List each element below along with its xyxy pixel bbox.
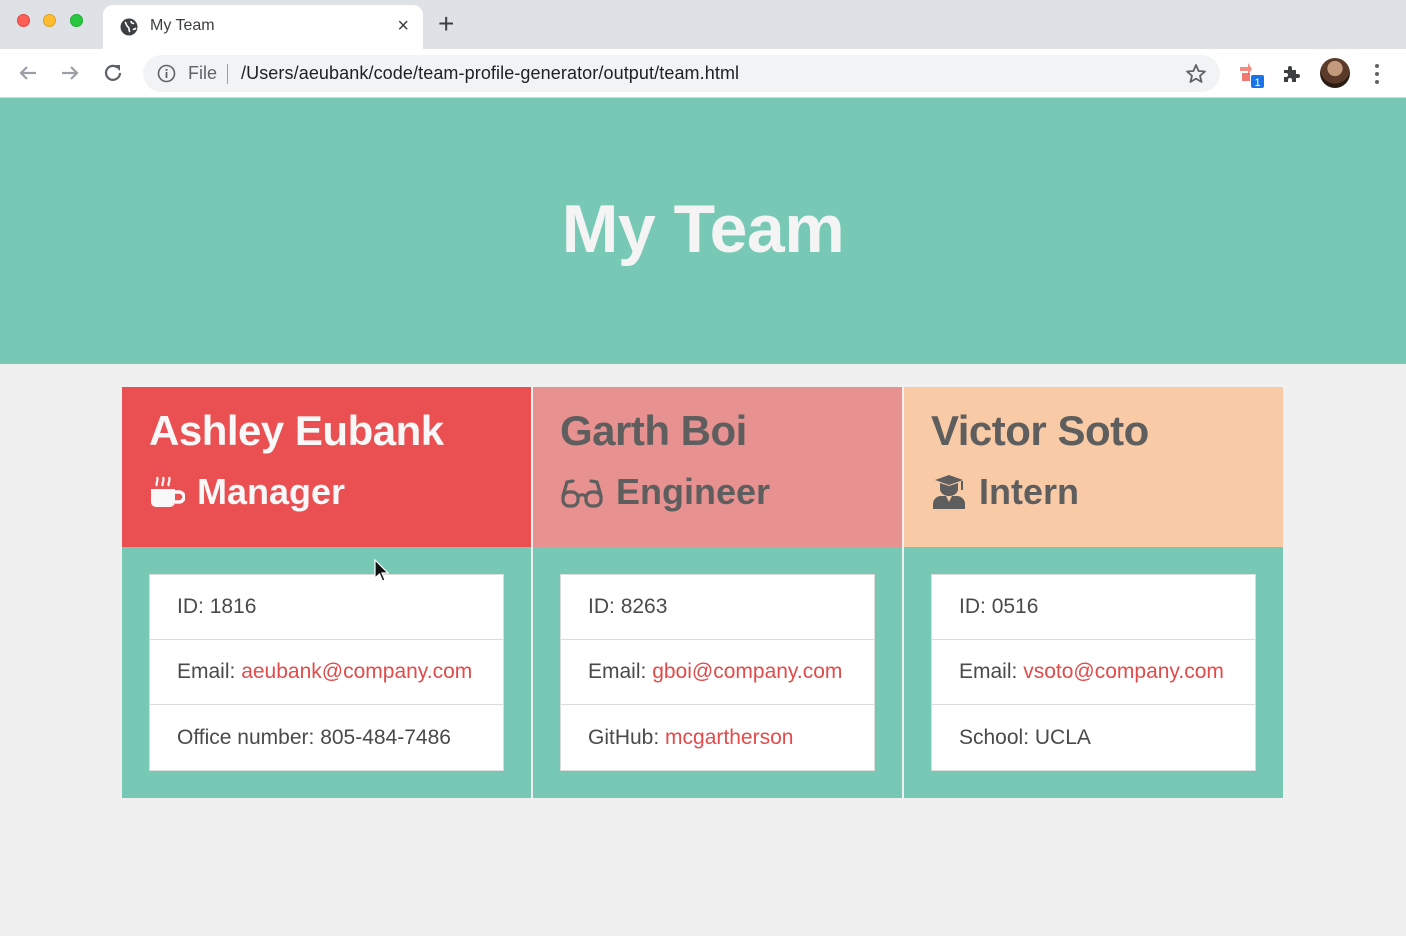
card-header: Garth Boi Engineer (533, 387, 902, 547)
extension-badge-count: 1 (1254, 77, 1260, 89)
employee-card-manager: Ashley Eubank Manager ID: 1816 Email: ae… (122, 387, 531, 798)
details-list: ID: 8263 Email: gboi@company.com GitHub:… (560, 574, 875, 771)
list-item-id: ID: 1816 (150, 575, 503, 640)
web-page: My Team Ashley Eubank Manager ID: 1816 E… (0, 98, 1406, 936)
omnibox-divider (227, 64, 228, 84)
employee-name: Garth Boi (560, 407, 747, 454)
id-label: ID: (588, 595, 615, 618)
github-link[interactable]: mcgartherson (665, 726, 793, 750)
list-item-id: ID: 8263 (561, 575, 874, 640)
id-value: 0516 (991, 595, 1039, 618)
email-label: Email: (959, 660, 1018, 683)
details-list: ID: 0516 Email: vsoto@company.com School… (931, 574, 1256, 771)
list-item-id: ID: 0516 (932, 575, 1255, 640)
employee-role: Engineer (560, 471, 770, 513)
mouse-pointer-icon (374, 559, 390, 582)
school-value: UCLA (1034, 725, 1091, 749)
new-tab-button[interactable]: + (438, 10, 454, 38)
profile-avatar[interactable] (1320, 58, 1350, 88)
email-link[interactable]: vsoto@company.com (1023, 660, 1224, 684)
email-link[interactable]: gboi@company.com (652, 660, 842, 684)
github-label: GitHub: (588, 725, 660, 749)
url-text[interactable]: /Users/aeubank/code/team-profile-generat… (241, 63, 739, 84)
minimize-window-button[interactable] (43, 14, 56, 27)
employee-card-engineer: Garth Boi Engineer ID: 8263 Email: gboi@… (533, 387, 902, 798)
back-arrow-icon[interactable] (14, 59, 42, 87)
scheme-label: File (188, 63, 218, 83)
id-label: ID: (177, 595, 204, 618)
info-icon[interactable] (157, 64, 176, 83)
id-value: 8263 (620, 595, 668, 618)
employee-name: Victor Soto (931, 407, 1149, 454)
list-item-office: Office number: 805-484-7486 (150, 705, 503, 770)
id-value: 1816 (209, 595, 257, 618)
address-bar[interactable]: File /Users/aeubank/code/team-profile-ge… (143, 55, 1220, 92)
hero-banner: My Team (0, 98, 1406, 364)
list-item-github: GitHub: mcgartherson (561, 705, 874, 770)
list-item-email: Email: vsoto@company.com (932, 640, 1255, 705)
card-header: Ashley Eubank Manager (122, 387, 531, 547)
school-label: School: (959, 725, 1030, 749)
details-list: ID: 1816 Email: aeubank@company.com Offi… (149, 574, 504, 771)
forward-arrow-icon[interactable] (56, 59, 84, 87)
office-label: Office number: (177, 725, 315, 749)
browser-tab[interactable]: My Team × (103, 5, 423, 49)
list-item-email: Email: aeubank@company.com (150, 640, 503, 705)
email-label: Email: (588, 660, 647, 683)
employee-name: Ashley Eubank (149, 407, 444, 454)
role-label: Intern (979, 471, 1080, 512)
reload-icon[interactable] (99, 59, 127, 87)
browser-toolbar: File /Users/aeubank/code/team-profile-ge… (0, 49, 1406, 98)
glasses-icon (561, 479, 603, 508)
role-label: Manager (197, 471, 346, 512)
office-value: 805-484-7486 (320, 725, 451, 749)
id-label: ID: (959, 595, 986, 618)
globe-icon (120, 18, 138, 36)
browser-tab-bar: My Team × + (0, 0, 1406, 49)
bookmark-star-icon[interactable] (1184, 62, 1208, 86)
tab-close-icon[interactable]: × (397, 15, 409, 37)
card-header: Victor Soto Intern (904, 387, 1283, 547)
puzzle-piece-icon[interactable] (1280, 62, 1304, 86)
close-window-button[interactable] (17, 14, 30, 27)
page-title: My Team (561, 191, 845, 267)
extension-badge-icon[interactable]: 1 (1238, 61, 1266, 89)
more-menu-icon[interactable] (1370, 61, 1384, 87)
employee-role: Intern (931, 471, 1079, 513)
employee-card-intern: Victor Soto Intern ID: 0516 Email: vsoto… (904, 387, 1283, 798)
email-link[interactable]: aeubank@company.com (241, 660, 472, 684)
coffee-mug-icon (151, 476, 185, 507)
maximize-window-button[interactable] (70, 14, 83, 27)
employee-role: Manager (149, 471, 345, 513)
tab-title: My Team (150, 17, 215, 34)
email-label: Email: (177, 660, 236, 683)
list-item-email: Email: gboi@company.com (561, 640, 874, 705)
graduate-icon (933, 475, 965, 509)
list-item-school: School: UCLA (932, 705, 1255, 770)
role-label: Engineer (616, 471, 771, 512)
